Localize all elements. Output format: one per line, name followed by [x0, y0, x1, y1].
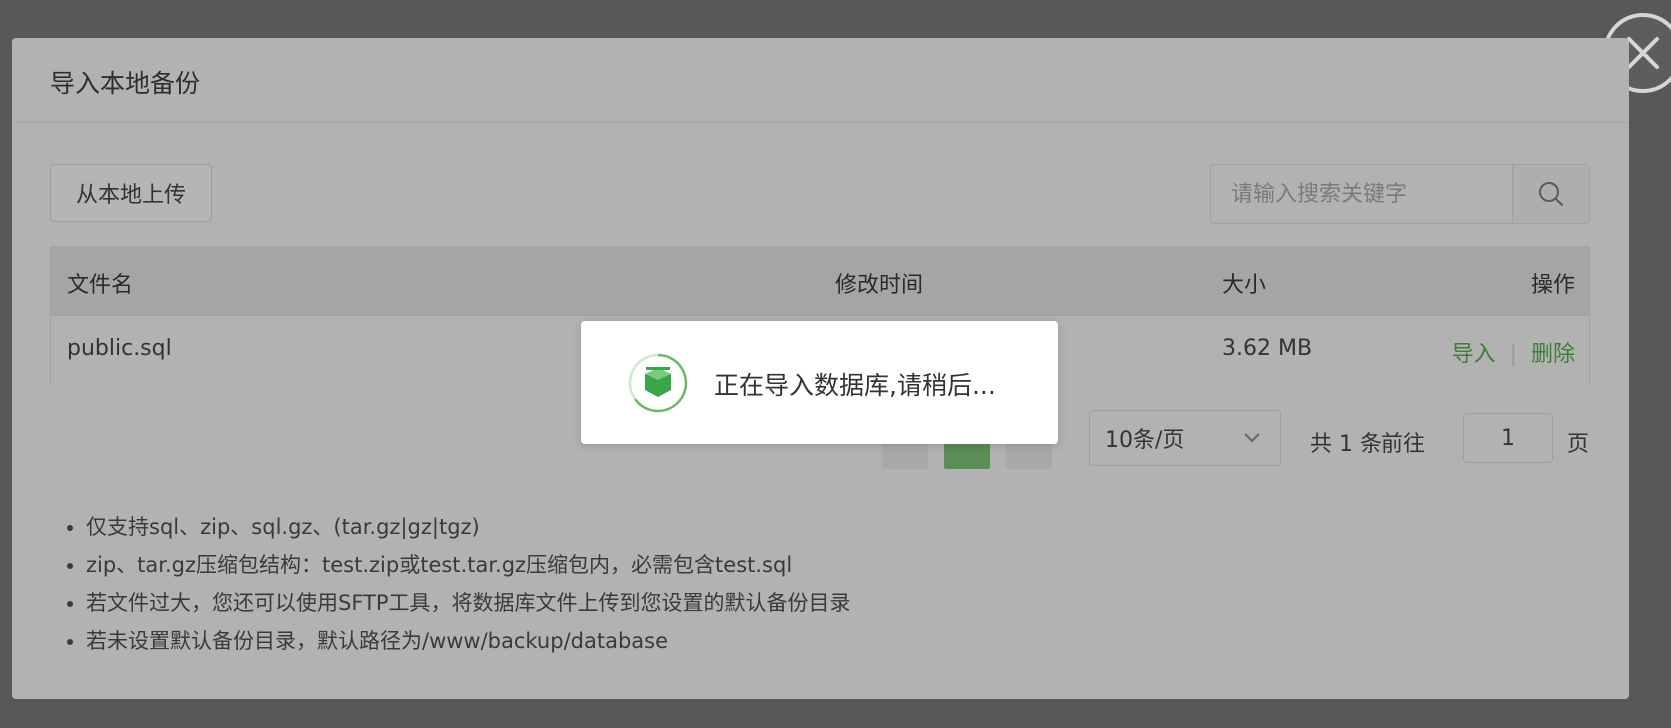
col-actions: 操作 — [1530, 273, 1575, 298]
loading-logo-icon — [628, 353, 688, 413]
search-button[interactable] — [1512, 165, 1589, 223]
loading-toast: 正在导入数据库,请稍后... — [581, 321, 1058, 444]
row-actions: 导入 | 删除 — [1452, 336, 1575, 368]
list-item: 若未设置默认备份目录，默认路径为/www/backup/database — [86, 622, 851, 660]
import-link[interactable]: 导入 — [1452, 342, 1496, 367]
file-name: public.sql — [67, 336, 172, 361]
search-icon — [1539, 182, 1563, 206]
upload-local-button[interactable]: 从本地上传 — [50, 164, 212, 222]
col-size: 大小 — [1222, 273, 1267, 298]
page-suffix: 页 — [1567, 432, 1590, 457]
file-size: 3.62 MB — [1222, 336, 1313, 361]
delete-link[interactable]: 删除 — [1531, 342, 1575, 367]
total-count: 共 1 条 — [1310, 432, 1382, 457]
search-box — [1210, 164, 1590, 224]
chevron-down-icon — [1244, 433, 1260, 443]
dialog-title: 导入本地备份 — [50, 69, 201, 98]
page-size-select[interactable]: 10条/页 — [1089, 410, 1281, 466]
loading-text: 正在导入数据库,请稍后... — [714, 371, 996, 400]
search-input[interactable] — [1211, 165, 1512, 223]
goto-page-input[interactable] — [1463, 413, 1553, 463]
page-size-value: 10条/页 — [1105, 428, 1185, 453]
list-item: zip、tar.gz压缩包结构：test.zip或test.tar.gz压缩包内… — [86, 546, 851, 584]
list-item: 仅支持sql、zip、sql.gz、(tar.gz|gz|tgz) — [86, 508, 851, 546]
table-header: 文件名 修改时间 大小 操作 — [51, 247, 1589, 316]
goto-label: 前往 — [1381, 432, 1426, 457]
list-item: 若文件过大，您还可以使用SFTP工具，将数据库文件上传到您设置的默认备份目录 — [86, 584, 851, 622]
col-filename: 文件名 — [67, 273, 134, 298]
notes-list: 仅支持sql、zip、sql.gz、(tar.gz|gz|tgz) zip、ta… — [62, 508, 851, 660]
col-modified: 修改时间 — [835, 273, 924, 298]
action-divider: | — [1502, 342, 1524, 367]
dialog-header: 导入本地备份 — [12, 38, 1629, 123]
